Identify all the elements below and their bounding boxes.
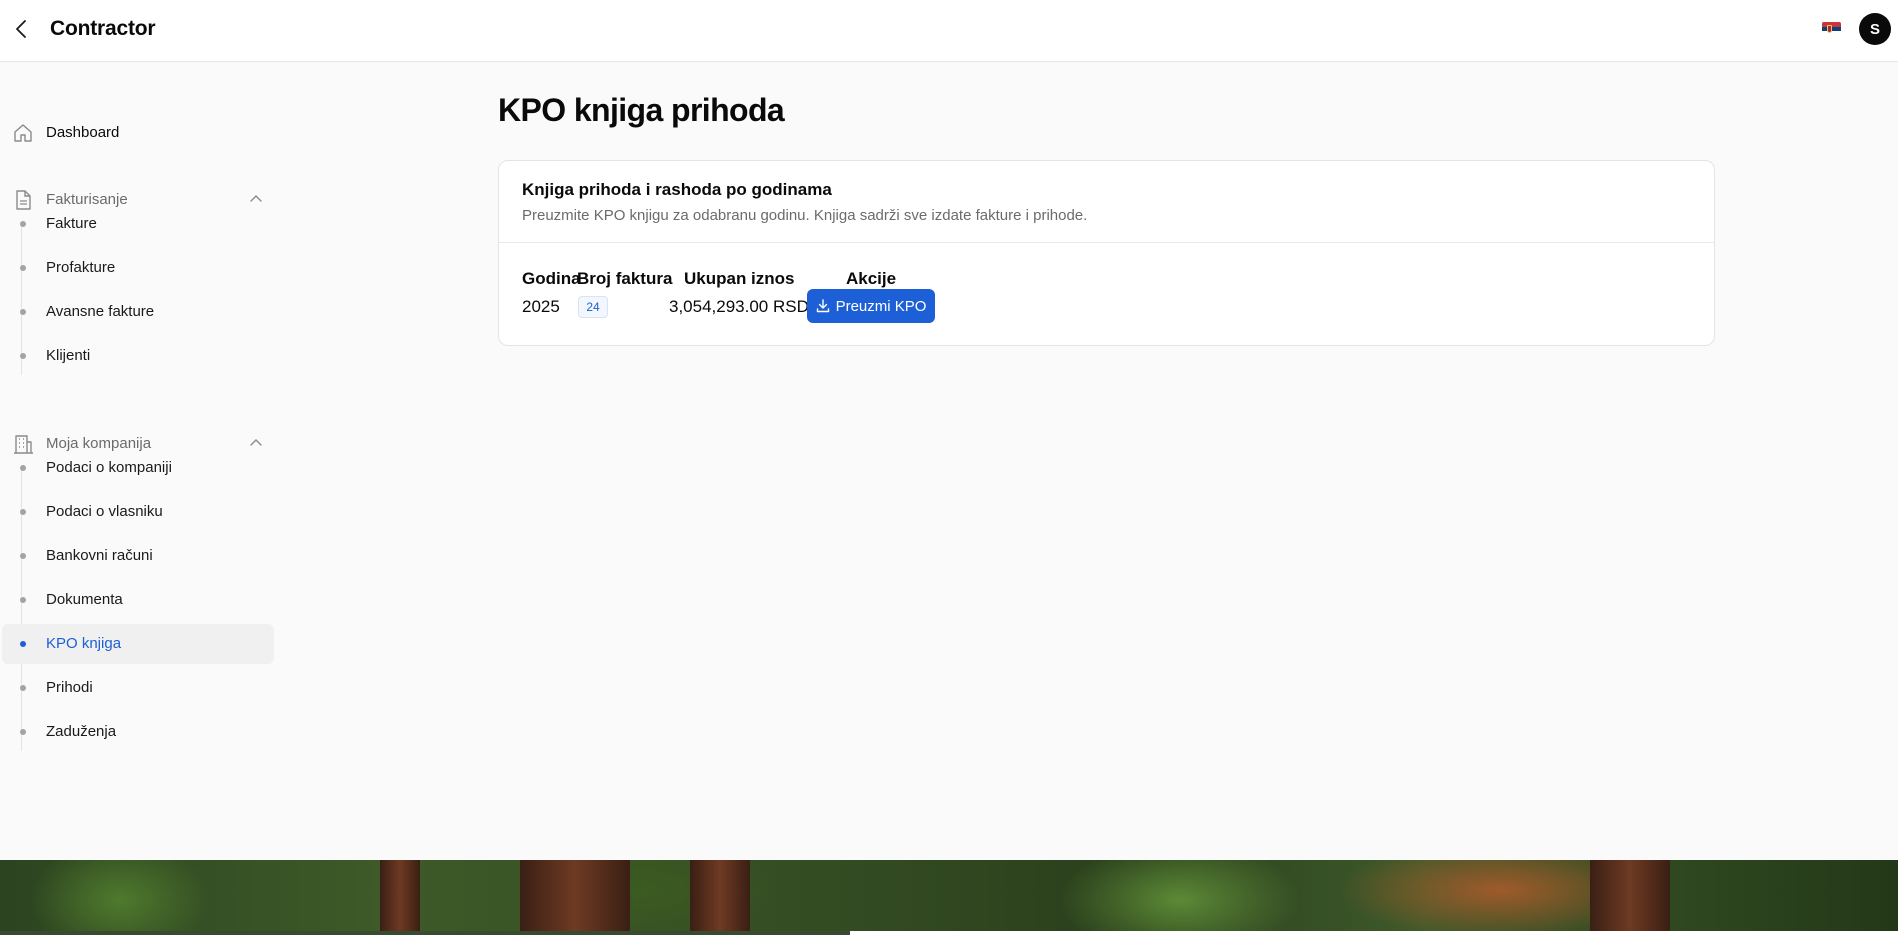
sidebar-item-kpo-knjiga[interactable]: KPO knjiga	[2, 624, 274, 664]
bullet-dot	[20, 353, 26, 359]
sidebar-item-label: Podaci o vlasniku	[46, 503, 163, 520]
download-kpo-label: Preuzmi KPO	[835, 297, 927, 315]
cell-year: 2025	[522, 297, 560, 316]
sidebar-item-avansne-fakture[interactable]: Avansne fakture	[2, 292, 274, 332]
column-header-actions: Akcije	[846, 269, 897, 288]
bullet-dot	[20, 597, 26, 603]
sidebar-item-dokumenta[interactable]: Dokumenta	[2, 580, 274, 620]
bullet-dot	[20, 309, 26, 315]
sidebar-item-zaduzenja[interactable]: Zaduženja	[2, 712, 274, 752]
sidebar-item-podaci-o-vlasniku[interactable]: Podaci o vlasniku	[2, 492, 274, 532]
invoice-count-badge: 24	[578, 296, 608, 318]
column-header-total: Ukupan iznos	[684, 269, 795, 288]
sidebar-item-podaci-o-kompaniji[interactable]: Podaci o kompaniji	[2, 448, 274, 488]
top-bar: Contractor S	[0, 0, 1898, 62]
app-title: Contractor	[50, 17, 156, 40]
sidebar-item-label: KPO knjiga	[46, 635, 122, 652]
card-title: Knjiga prihoda i rashoda po godinama	[522, 180, 832, 199]
home-icon	[14, 124, 32, 142]
bullet-dot	[20, 729, 26, 735]
sidebar-item-fakture[interactable]: Fakture	[2, 204, 274, 244]
download-kpo-button[interactable]: Preuzmi KPO	[807, 289, 935, 323]
sidebar-item-label: Zaduženja	[46, 723, 117, 740]
user-avatar[interactable]: S	[1859, 13, 1891, 45]
download-icon	[816, 299, 829, 313]
sidebar-item-prihodi[interactable]: Prihodi	[2, 668, 274, 708]
sidebar-item-label: Avansne fakture	[46, 303, 155, 320]
sidebar: Dashboard Fakturisanje Fakture Profaktur…	[0, 62, 276, 860]
sidebar-item-klijenti[interactable]: Klijenti	[2, 336, 274, 376]
sidebar-item-label: Profakture	[46, 259, 116, 276]
sidebar-item-label: Podaci o kompaniji	[46, 459, 172, 476]
sidebar-item-label: Dokumenta	[46, 591, 123, 608]
sidebar-item-label: Dashboard	[46, 123, 120, 141]
sidebar-item-label: Fakture	[46, 215, 97, 232]
bullet-dot	[20, 265, 26, 271]
kpo-card: Knjiga prihoda i rashoda po godinama Pre…	[498, 160, 1715, 346]
card-description: Preuzmite KPO knjigu za odabranu godinu.…	[522, 207, 1088, 224]
chevron-left-icon	[16, 20, 26, 38]
serbia-flag-icon[interactable]	[1822, 22, 1841, 36]
background-forest-image	[0, 860, 1898, 935]
bottom-strip-left	[0, 931, 850, 935]
back-button[interactable]	[8, 14, 34, 44]
bullet-dot	[20, 465, 26, 471]
column-header-invoice-count: Broj faktura	[577, 269, 673, 288]
card-header: Knjiga prihoda i rashoda po godinama Pre…	[499, 161, 1714, 243]
sidebar-item-dashboard[interactable]: Dashboard	[4, 113, 274, 151]
sidebar-item-label: Klijenti	[46, 347, 91, 364]
column-header-year: Godina	[522, 269, 581, 288]
sidebar-item-profakture[interactable]: Profakture	[2, 248, 274, 288]
page-title: KPO knjiga prihoda	[498, 92, 785, 128]
bullet-dot	[20, 553, 26, 559]
bullet-dot	[20, 641, 26, 647]
bottom-strip-right	[850, 931, 1898, 935]
cell-total: 3,054,293.00 RSD	[669, 297, 809, 316]
sidebar-item-bankovni-racuni[interactable]: Bankovni računi	[2, 536, 274, 576]
sidebar-item-label: Prihodi	[46, 679, 93, 696]
sidebar-item-label: Bankovni računi	[46, 547, 153, 564]
bullet-dot	[20, 685, 26, 691]
bullet-dot	[20, 221, 26, 227]
bullet-dot	[20, 509, 26, 515]
